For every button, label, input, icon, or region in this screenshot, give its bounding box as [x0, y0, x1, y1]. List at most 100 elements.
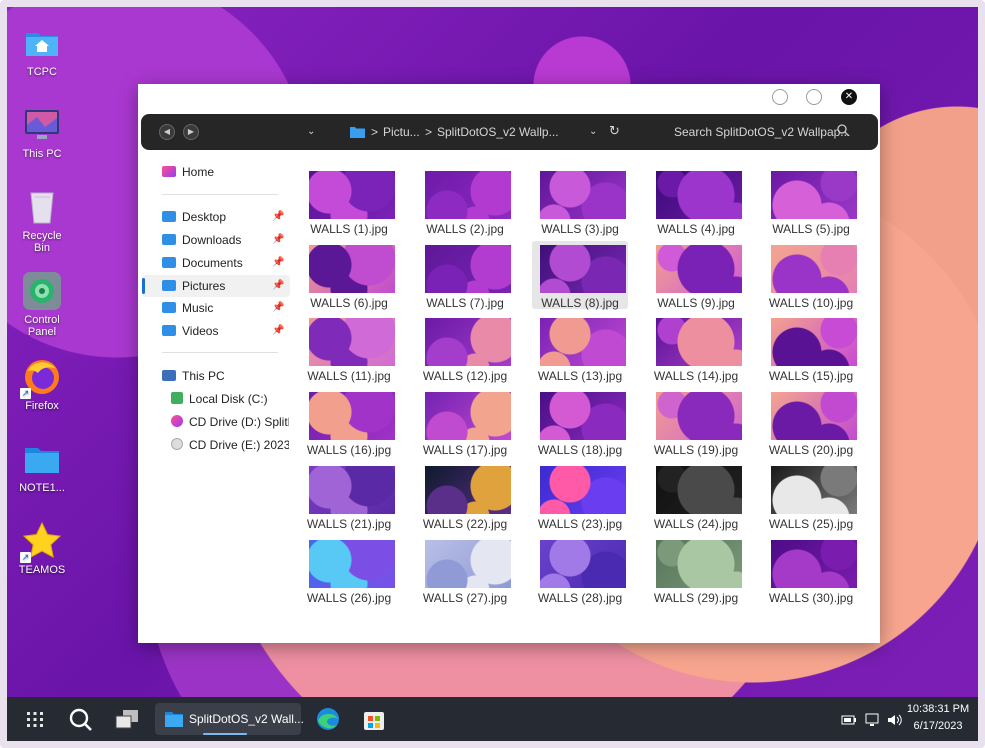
- file-thumbnail: [540, 245, 626, 293]
- network-icon[interactable]: [864, 713, 880, 730]
- volume-icon[interactable]: [886, 713, 904, 730]
- file-item[interactable]: WALLS (27).jpg: [417, 536, 513, 605]
- home-icon: [162, 166, 176, 177]
- sidebar-item-documents[interactable]: Documents: [162, 253, 288, 273]
- sidebar-item-desktop[interactable]: Desktop: [162, 207, 288, 227]
- desktop-icon-firefox[interactable]: ↗ Firefox: [12, 357, 72, 412]
- file-item[interactable]: WALLS (6).jpg: [301, 241, 397, 310]
- cd-drive-icon: [171, 415, 183, 427]
- file-explorer-window: ✕ ◀ ▶ ⌄ > Pictu... > SplitDotOS_v2 Wallp…: [138, 84, 880, 643]
- close-button[interactable]: ✕: [841, 89, 857, 105]
- file-item[interactable]: WALLS (15).jpg: [763, 314, 859, 383]
- file-name: WALLS (27).jpg: [422, 591, 508, 605]
- file-name: WALLS (1).jpg: [310, 222, 388, 236]
- taskbar-item-file-explorer[interactable]: SplitDotOS_v2 Wall...: [155, 703, 304, 735]
- forward-arrow-icon[interactable]: ▶: [183, 124, 199, 140]
- file-item[interactable]: WALLS (7).jpg: [417, 241, 513, 310]
- battery-icon[interactable]: [841, 714, 857, 729]
- title-bar[interactable]: ✕: [138, 84, 880, 111]
- file-item[interactable]: WALLS (26).jpg: [301, 536, 397, 605]
- pin-icon[interactable]: 📌: [272, 325, 284, 336]
- file-item[interactable]: WALLS (24).jpg: [648, 462, 744, 531]
- pin-icon[interactable]: 📌: [272, 257, 284, 268]
- file-item[interactable]: WALLS (13).jpg: [532, 314, 628, 383]
- search-button[interactable]: [63, 703, 97, 735]
- pin-icon[interactable]: 📌: [272, 280, 284, 291]
- sidebar-item-local-disk[interactable]: Local Disk (C:): [171, 389, 289, 409]
- file-item[interactable]: WALLS (14).jpg: [648, 314, 744, 383]
- app-grid-icon: [27, 712, 43, 727]
- file-name: WALLS (4).jpg: [657, 222, 735, 236]
- file-item[interactable]: WALLS (8).jpg: [532, 241, 628, 310]
- file-item[interactable]: WALLS (2).jpg: [417, 167, 513, 236]
- sidebar-item-cd-drive-e[interactable]: CD Drive (E:) 2023-(: [171, 435, 289, 455]
- shortcut-arrow-icon: ↗: [20, 388, 31, 399]
- maximize-button[interactable]: [806, 89, 822, 105]
- search-input[interactable]: Search SplitDotOS_v2 Wallpap...: [674, 125, 850, 139]
- file-thumbnail: [771, 540, 857, 588]
- sidebar-item-cd-drive-d[interactable]: CD Drive (D:) SplitD: [171, 412, 289, 432]
- file-item[interactable]: WALLS (3).jpg: [532, 167, 628, 236]
- documents-folder-icon: [162, 257, 176, 268]
- pin-icon[interactable]: 📌: [272, 302, 284, 313]
- file-item[interactable]: WALLS (29).jpg: [648, 536, 744, 605]
- desktop-icon-label: Control Panel: [24, 314, 60, 338]
- sidebar-item-label: This PC: [182, 369, 225, 383]
- file-item[interactable]: WALLS (1).jpg: [301, 167, 397, 236]
- file-item[interactable]: WALLS (22).jpg: [417, 462, 513, 531]
- back-arrow-icon[interactable]: ◀: [159, 124, 175, 140]
- music-folder-icon: [162, 302, 176, 313]
- file-item[interactable]: WALLS (17).jpg: [417, 388, 513, 457]
- search-icon[interactable]: [837, 124, 849, 140]
- file-name: WALLS (12).jpg: [422, 369, 508, 383]
- start-button[interactable]: [18, 703, 52, 735]
- file-item[interactable]: WALLS (12).jpg: [417, 314, 513, 383]
- refresh-icon[interactable]: ↻: [609, 123, 620, 139]
- sidebar-item-this-pc[interactable]: This PC: [162, 366, 288, 386]
- file-item[interactable]: WALLS (16).jpg: [301, 388, 397, 457]
- file-name: WALLS (8).jpg: [541, 296, 619, 310]
- pin-icon[interactable]: 📌: [272, 211, 284, 222]
- address-chevron-down-icon[interactable]: ⌄: [589, 126, 597, 137]
- file-item[interactable]: WALLS (18).jpg: [532, 388, 628, 457]
- pin-icon[interactable]: 📌: [272, 234, 284, 245]
- desktop-icon-teamos[interactable]: ↗ TEAMOS: [12, 521, 72, 576]
- minimize-button[interactable]: [772, 89, 788, 105]
- file-item[interactable]: WALLS (9).jpg: [648, 241, 744, 310]
- task-view-button[interactable]: [110, 703, 144, 735]
- file-item[interactable]: WALLS (28).jpg: [532, 536, 628, 605]
- file-item[interactable]: WALLS (5).jpg: [763, 167, 859, 236]
- sidebar-item-home[interactable]: Home: [162, 162, 288, 182]
- chevron-down-icon[interactable]: ⌄: [307, 126, 315, 137]
- file-item[interactable]: WALLS (23).jpg: [532, 462, 628, 531]
- sidebar-item-music[interactable]: Music: [162, 298, 288, 318]
- file-item[interactable]: WALLS (20).jpg: [763, 388, 859, 457]
- sidebar-item-videos[interactable]: Videos: [162, 321, 288, 341]
- folder-icon: [165, 712, 183, 727]
- desktop-icon-control-panel[interactable]: Control Panel: [12, 271, 72, 338]
- sidebar-item-pictures[interactable]: Pictures: [162, 276, 288, 296]
- clock[interactable]: 10:38:31 PM 6/17/2023: [906, 701, 970, 735]
- file-item[interactable]: WALLS (10).jpg: [763, 241, 859, 310]
- desktop-icon-this-pc[interactable]: This PC: [12, 105, 72, 160]
- desktop-icon-tcpc[interactable]: TCPC: [12, 23, 72, 78]
- file-item[interactable]: WALLS (11).jpg: [301, 314, 397, 383]
- breadcrumb-item-pictures[interactable]: Pictu...: [383, 125, 420, 139]
- taskbar-item-edge[interactable]: [311, 703, 345, 735]
- sidebar-item-label: Pictures: [182, 279, 226, 293]
- sidebar-item-label: Home: [182, 165, 215, 179]
- desktop-icon-note-folder[interactable]: NOTE1...: [12, 439, 72, 494]
- taskbar-item-store[interactable]: [357, 703, 391, 735]
- sidebar-item-label: Local Disk (C:): [189, 392, 268, 406]
- file-thumbnail: [540, 540, 626, 588]
- file-item[interactable]: WALLS (30).jpg: [763, 536, 859, 605]
- sidebar-item-label: CD Drive (E:) 2023-(: [189, 438, 289, 452]
- file-item[interactable]: WALLS (19).jpg: [648, 388, 744, 457]
- file-thumbnail: [309, 171, 395, 219]
- desktop-icon-recycle-bin[interactable]: Recycle Bin: [12, 187, 72, 254]
- sidebar-item-downloads[interactable]: Downloads: [162, 230, 288, 250]
- file-item[interactable]: WALLS (21).jpg: [301, 462, 397, 531]
- file-item[interactable]: WALLS (4).jpg: [648, 167, 744, 236]
- file-item[interactable]: WALLS (25).jpg: [763, 462, 859, 531]
- breadcrumb-item-current[interactable]: SplitDotOS_v2 Wallp...: [437, 125, 559, 139]
